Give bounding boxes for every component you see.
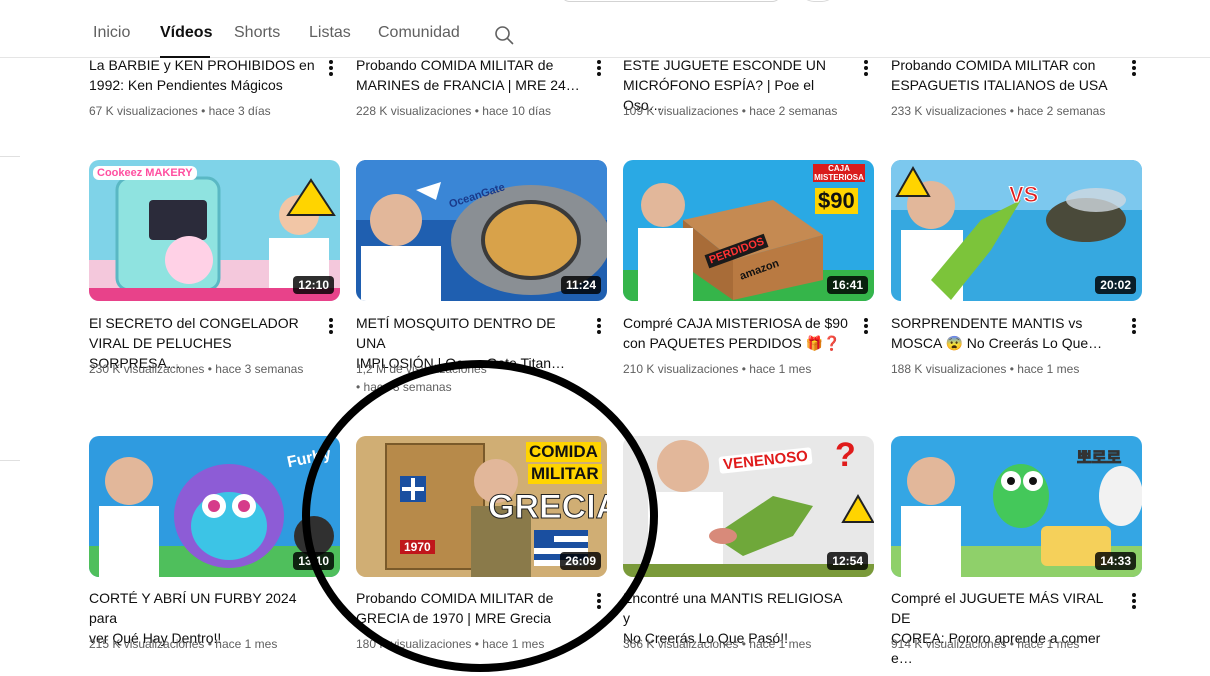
thumbnail-text: CAJA MISTERIOSA — [813, 164, 865, 182]
upload-age: hace 1 mes — [215, 637, 278, 651]
video-meta: 228 K visualizaciones • hace 10 días — [356, 104, 551, 118]
video-meta: 210 K visualizaciones • hace 1 mes — [623, 362, 812, 376]
video-meta: 914 K visualizaciones • hace 1 mes — [891, 637, 1080, 651]
upload-age: hace 2 semanas — [749, 104, 838, 118]
video-title[interactable]: Probando COMIDA MILITAR con ESPAGUETIS I… — [891, 55, 1117, 95]
view-count: 366 K visualizaciones — [623, 637, 739, 651]
video-duration: 14:33 — [1095, 552, 1136, 570]
channel-tabs-bar: Inicio Vídeos Shorts Listas Comunidad — [0, 0, 1210, 58]
search-box-edge — [560, 0, 782, 2]
video-duration: 20:02 — [1095, 276, 1136, 294]
tab-listas[interactable]: Listas — [309, 24, 351, 42]
upload-age: hace 1 mes — [1017, 362, 1080, 376]
more-vert-icon[interactable] — [1122, 314, 1146, 338]
video-duration: 12:54 — [827, 552, 868, 570]
video-title[interactable]: Compré CAJA MISTERIOSA de $90 con PAQUET… — [623, 313, 849, 353]
video-title[interactable]: La BARBIE y KEN PROHIBIDOS en 1992: Ken … — [89, 55, 315, 95]
video-thumbnail[interactable]: OceanGate 11:24 — [356, 160, 607, 301]
question-mark-icon: ? — [835, 436, 856, 474]
upload-age: hace 3 semanas — [215, 362, 304, 376]
view-count: 230 K visualizaciones — [89, 362, 205, 376]
upload-age: hace 3 días — [208, 104, 271, 118]
upload-age: hace 1 mes — [749, 362, 812, 376]
view-count: 233 K visualizaciones — [891, 104, 1007, 118]
upload-age: hace 1 mes — [749, 637, 812, 651]
video-duration: 11:24 — [560, 276, 601, 294]
video-title[interactable]: Compré el JUGUETE MÁS VIRAL DE COREA: Po… — [891, 588, 1117, 668]
more-vert-icon[interactable] — [319, 314, 343, 338]
view-count: 215 K visualizaciones — [89, 637, 205, 651]
video-meta: 233 K visualizaciones • hace 2 semanas — [891, 104, 1106, 118]
more-vert-icon[interactable] — [587, 56, 611, 80]
video-duration: 16:41 — [827, 276, 868, 294]
search-icon[interactable] — [494, 25, 514, 45]
sidebar-divider — [0, 156, 20, 157]
more-vert-icon[interactable] — [1122, 56, 1146, 80]
view-count: 210 K visualizaciones — [623, 362, 739, 376]
button-edge — [800, 0, 836, 2]
thumbnail-text: Cookeez MAKERY — [93, 166, 197, 180]
thumbnail-text: $90 — [815, 188, 858, 214]
upload-age: hace 10 días — [482, 104, 551, 118]
more-vert-icon[interactable] — [854, 314, 878, 338]
video-thumbnail[interactable]: VS 20:02 — [891, 160, 1142, 301]
video-thumbnail[interactable]: CAJA MISTERIOSA $90 PERDIDOS amazon 16:4… — [623, 160, 874, 301]
tab-shorts[interactable]: Shorts — [234, 24, 280, 42]
video-meta: 215 K visualizaciones • hace 1 mes — [89, 637, 278, 651]
annotation-circle — [302, 360, 658, 672]
tab-inicio[interactable]: Inicio — [93, 24, 130, 42]
video-meta: 366 K visualizaciones • hace 1 mes — [623, 637, 812, 651]
sidebar-divider — [0, 460, 20, 461]
view-count: 67 K visualizaciones — [89, 104, 198, 118]
more-vert-icon[interactable] — [854, 56, 878, 80]
upload-age: hace 2 semanas — [1017, 104, 1106, 118]
view-count: 914 K visualizaciones — [891, 637, 1007, 651]
video-title[interactable]: SORPRENDENTE MANTIS vs MOSCA 😨 No Creerá… — [891, 313, 1117, 353]
more-vert-icon[interactable] — [587, 314, 611, 338]
video-meta: 67 K visualizaciones • hace 3 días — [89, 104, 271, 118]
video-meta: 230 K visualizaciones • hace 3 semanas — [89, 362, 304, 376]
view-count: 109 K visualizaciones — [623, 104, 739, 118]
thumbnail-text: VS — [1008, 182, 1039, 208]
video-thumbnail[interactable]: VENENOSO ? 12:54 — [623, 436, 874, 577]
upload-age: hace 1 mes — [1017, 637, 1080, 651]
video-meta: 109 K visualizaciones • hace 2 semanas — [623, 104, 838, 118]
video-title[interactable]: Probando COMIDA MILITAR de MARINES de FR… — [356, 55, 582, 95]
thumbnail-text: 뽀로로 — [1076, 450, 1122, 468]
tab-comunidad[interactable]: Comunidad — [378, 24, 460, 42]
more-vert-icon[interactable] — [1122, 589, 1146, 613]
more-vert-icon[interactable] — [319, 56, 343, 80]
video-duration: 12:10 — [293, 276, 334, 294]
view-count: 228 K visualizaciones — [356, 104, 472, 118]
tab-videos[interactable]: Vídeos — [160, 24, 212, 42]
video-thumbnail[interactable]: Cookeez MAKERY 12:10 — [89, 160, 340, 301]
video-thumbnail[interactable]: 뽀로로 14:33 — [891, 436, 1142, 577]
view-count: 188 K visualizaciones — [891, 362, 1007, 376]
video-meta: 188 K visualizaciones • hace 1 mes — [891, 362, 1080, 376]
